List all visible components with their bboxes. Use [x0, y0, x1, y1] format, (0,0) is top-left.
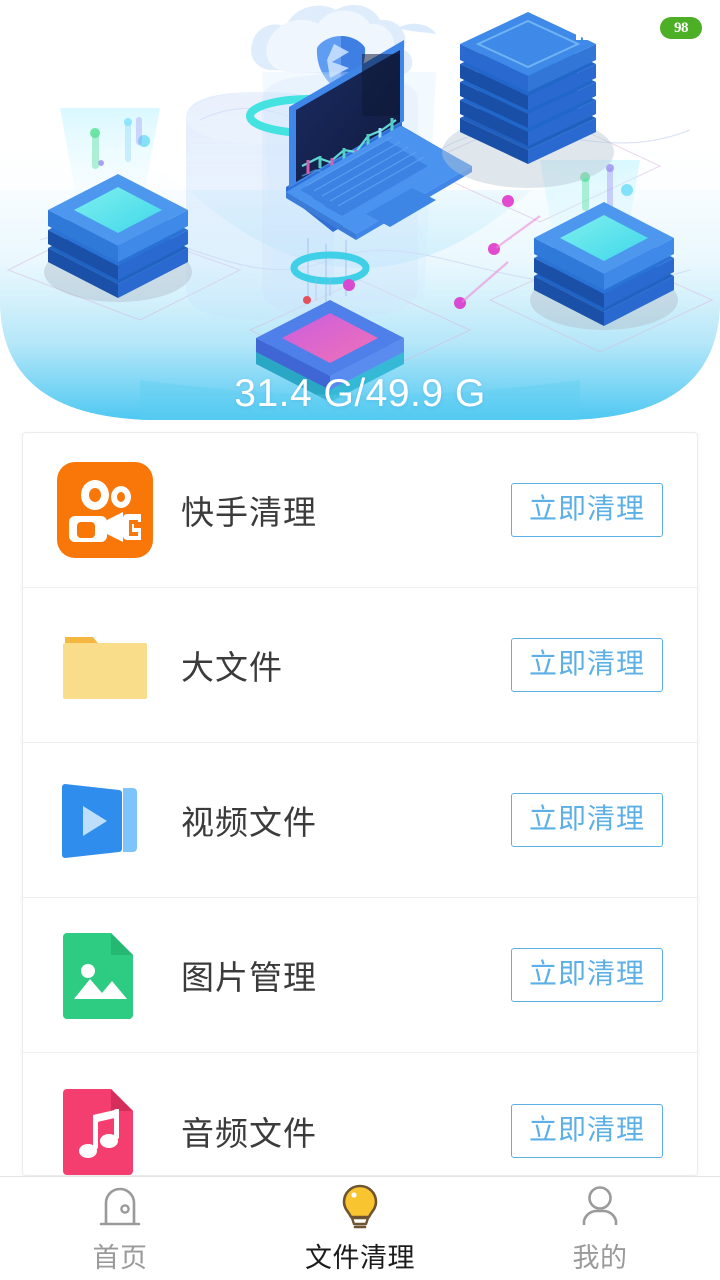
- nav-label-file-cleanup: 文件清理: [305, 1243, 415, 1274]
- clean-now-button[interactable]: 立即清理: [510, 948, 663, 1002]
- image-file-icon: [57, 927, 153, 1023]
- clean-now-button[interactable]: 立即清理: [510, 638, 663, 692]
- lightbulb-icon: [332, 1182, 388, 1232]
- nav-item-home[interactable]: 首页: [0, 1177, 240, 1280]
- list-item-label: 图片管理: [181, 958, 317, 997]
- audio-file-icon: [57, 1083, 153, 1176]
- clean-now-button[interactable]: 立即清理: [510, 1103, 663, 1158]
- cloud-storage-illustration-svg: [0, 0, 720, 420]
- status-bar: 98: [0, 0, 720, 56]
- list-item-label: 视频文件: [181, 803, 317, 842]
- storage-usage-text: 31.4 G/49.9 G: [234, 372, 486, 415]
- folder-icon: [57, 617, 153, 713]
- person-icon: [572, 1182, 628, 1232]
- cleanup-list-card: 快手清理 立即清理 大文件 立即清理 视频文件 立即清理 图片管理 立即清理 音…: [22, 432, 698, 1176]
- video-file-icon: [57, 772, 153, 868]
- app-screen: 98 31.4 G/49.9 G 快手清理 立即清理 大文件 立即清理 视频文件…: [0, 0, 720, 1280]
- wifi-icon: [620, 11, 650, 43]
- battery-badge: 98: [660, 17, 702, 39]
- nav-item-file-cleanup[interactable]: 文件清理: [240, 1177, 480, 1280]
- list-item-label: 大文件: [181, 648, 283, 687]
- list-item[interactable]: 音频文件 立即清理: [23, 1053, 697, 1176]
- nav-label-home: 首页: [92, 1243, 148, 1274]
- list-item-label: 音频文件: [181, 1113, 317, 1153]
- nav-item-profile[interactable]: 我的: [480, 1177, 720, 1280]
- clean-now-button[interactable]: 立即清理: [510, 793, 663, 847]
- hero-illustration: 98 31.4 G/49.9 G: [0, 0, 720, 420]
- list-item[interactable]: 图片管理 立即清理: [23, 898, 697, 1053]
- clean-now-button[interactable]: 立即清理: [510, 483, 663, 537]
- kuaishou-app-icon: [57, 462, 153, 558]
- nav-label-profile: 我的: [572, 1243, 628, 1274]
- list-item-label: 快手清理: [181, 493, 317, 532]
- list-item[interactable]: 大文件 立即清理: [23, 588, 697, 743]
- home-door-icon: [92, 1182, 148, 1232]
- list-item[interactable]: 快手清理 立即清理: [23, 433, 697, 588]
- signal-bars-icon: [576, 16, 610, 40]
- list-item[interactable]: 视频文件 立即清理: [23, 743, 697, 898]
- bottom-navigation-bar: 首页 文件清理 我的: [0, 1176, 720, 1280]
